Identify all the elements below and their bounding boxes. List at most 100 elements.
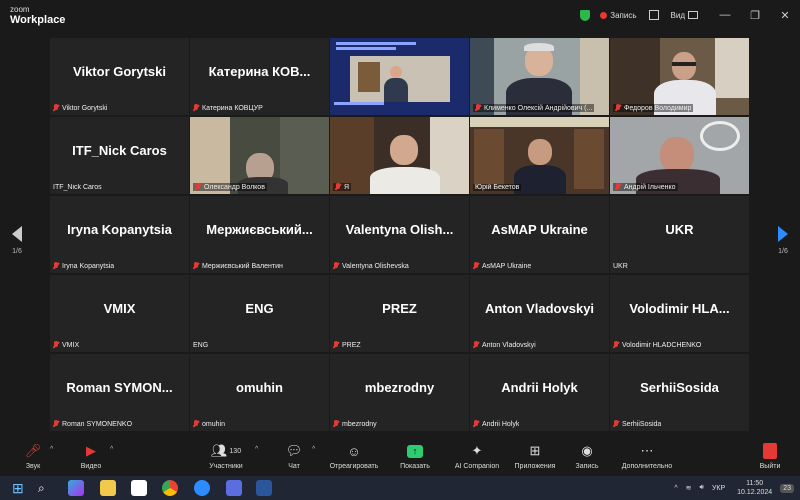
mic-muted-icon [333,262,339,270]
participant-video-tile[interactable]: Клименко Олексій Андрійович (... [470,38,609,115]
chrome-icon[interactable] [162,480,178,496]
participant-video-tile[interactable] [330,38,469,115]
mic-muted-icon [193,262,199,270]
participant-tile[interactable]: VMIX VMIX [50,275,189,352]
participant-video-tile[interactable]: Я [330,117,469,194]
video-button[interactable]: ▶︎ Видео [76,442,106,470]
video-gallery: Viktor Gorytski Viktor Gorytski Катерина… [50,38,750,431]
leave-icon [763,443,777,459]
chat-icon: 💬︎ [285,443,303,458]
calendar-app-icon[interactable] [131,480,147,496]
apps-button[interactable]: ⊞ Приложения [510,442,560,470]
participant-tile[interactable]: AsMAP Ukraine AsMAP Ukraine [470,196,609,273]
ai-companion-button[interactable]: ✦ AI Companion [450,442,504,470]
title-bar: zoom Workplace Запись Вид — ❐ ✕ [0,0,800,30]
mic-muted-icon [613,341,619,349]
mic-muted-icon [53,262,59,270]
audio-button[interactable]: 🎤︎ Звук [18,442,48,470]
minimize-button[interactable]: — [710,9,740,21]
previous-page-button[interactable]: 1/6 [7,226,27,255]
participant-tile[interactable]: SerhiiSosida SerhiiSosida [610,354,749,431]
clock[interactable]: 11:50 10.12.2024 [737,479,772,497]
participant-video-tile[interactable]: Федоров Володимир [610,38,749,115]
participant-tile[interactable]: mbezrodny mbezrodny [330,354,469,431]
chat-options-caret[interactable]: ^ [312,446,315,453]
mic-muted-icon [615,183,621,191]
shared-slide-video [330,38,469,115]
participant-tile[interactable]: Катерина КОВ... Катерина КОВЦУР [190,38,329,115]
mic-muted-icon [193,420,199,428]
chat-button[interactable]: 💬︎ Чат [282,442,306,470]
apps-icon: ⊞ [529,443,541,458]
tray-overflow-icon[interactable]: ^ [674,485,677,492]
participant-tile[interactable]: Valentyna Olish... Valentyna Olishevska [330,196,469,273]
volume-icon[interactable]: 🔊︎ [700,484,704,492]
mic-muted-icon [333,420,339,428]
mic-muted-icon [195,183,201,191]
file-explorer-icon[interactable] [100,480,116,496]
participant-video-tile[interactable]: Андрій Ільченко [610,117,749,194]
search-icon[interactable]: ⌕ [38,480,54,496]
active-speaker-tile[interactable]: Юрій Бекетов [470,117,609,194]
mic-muted-icon [473,262,479,270]
mic-muted-icon [475,104,481,112]
maximize-button[interactable]: ❐ [740,9,770,22]
mic-muted-icon [53,104,59,112]
recording-indicator[interactable]: Запись [600,11,637,20]
copilot-icon[interactable] [68,480,84,496]
participant-tile[interactable]: ENG ENG [190,275,329,352]
windows-start-icon[interactable]: ⊞ [12,480,28,496]
participant-tile[interactable]: Anton Vladovskyi Anton Vladovskyi [470,275,609,352]
mic-muted-icon [53,341,59,349]
react-button[interactable]: ☺ Отреагировать [326,442,382,471]
view-icon [688,11,698,19]
participant-tile[interactable]: ITF_Nick Caros ITF_Nick Caros [50,117,189,194]
mic-muted-icon [613,420,619,428]
react-icon: ☺ [347,443,361,459]
notification-badge[interactable]: 23 [780,483,794,493]
windows-taskbar: ⊞ ⌕ ^ ≋ 🔊︎ УКР 11:50 10.12.2024 23 [0,476,800,500]
close-button[interactable]: ✕ [770,9,800,22]
encryption-shield-icon[interactable] [580,9,591,21]
participant-tile[interactable]: Iryna Kopanytsia Iryna Kopanytsia [50,196,189,273]
participants-options-caret[interactable]: ^ [255,446,258,453]
zoom-app-icon[interactable] [194,480,210,496]
more-icon: ⋯ [640,443,654,458]
share-screen-icon: ↑ [407,444,423,458]
word-icon[interactable] [256,480,272,496]
record-icon: ◉ [581,443,593,458]
share-screen-button[interactable]: ↑ Показать [392,442,438,470]
participant-tile[interactable]: Мержиєвський... Мержиєвський Валентин [190,196,329,273]
participant-tile[interactable]: Roman SYMON... Roman SYMONENKO [50,354,189,431]
participant-tile[interactable]: Volodimir HLA... Volodimir HLADCHENKO [610,275,749,352]
video-options-caret[interactable]: ^ [110,446,113,453]
participant-video-tile[interactable]: Олександр Волков [190,117,329,194]
record-dot-icon [600,11,608,19]
more-button[interactable]: ⋯ Дополнительно [616,442,678,470]
participants-button[interactable]: 👥︎ 130 Участники [203,442,249,470]
participant-tile[interactable]: UKR UKR [610,196,749,273]
record-button[interactable]: ◉ Запись [572,442,602,470]
mic-muted-icon [473,420,479,428]
zoom-logo: zoom Workplace [10,5,66,26]
mic-muted-icon [333,341,339,349]
participant-tile[interactable]: Andrii Holyk Andrii Holyk [470,354,609,431]
leave-button[interactable]: Выйти [756,442,784,470]
arrow-right-icon [778,226,788,242]
mic-muted-icon [53,420,59,428]
view-button[interactable]: Вид [671,11,698,20]
layout-grid-icon[interactable] [648,10,659,20]
participant-tile[interactable]: omuhin omuhin [190,354,329,431]
ai-sparkle-icon: ✦ [471,443,483,458]
mic-muted-icon [335,183,341,191]
keyboard-language[interactable]: УКР [712,485,725,492]
participant-tile[interactable]: PREZ PREZ [330,275,469,352]
arrow-left-icon [12,226,22,242]
participant-tile[interactable]: Viktor Gorytski Viktor Gorytski [50,38,189,115]
app-icon[interactable] [226,480,242,496]
wifi-icon[interactable]: ≋ [686,484,692,492]
next-page-button[interactable]: 1/6 [773,226,793,255]
meeting-toolbar: 🎤︎ Звук ^ ▶︎ Видео ^ 👥︎ 130 Участники ^ 💬… [0,438,800,476]
mic-muted-icon [473,341,479,349]
audio-options-caret[interactable]: ^ [50,446,53,453]
